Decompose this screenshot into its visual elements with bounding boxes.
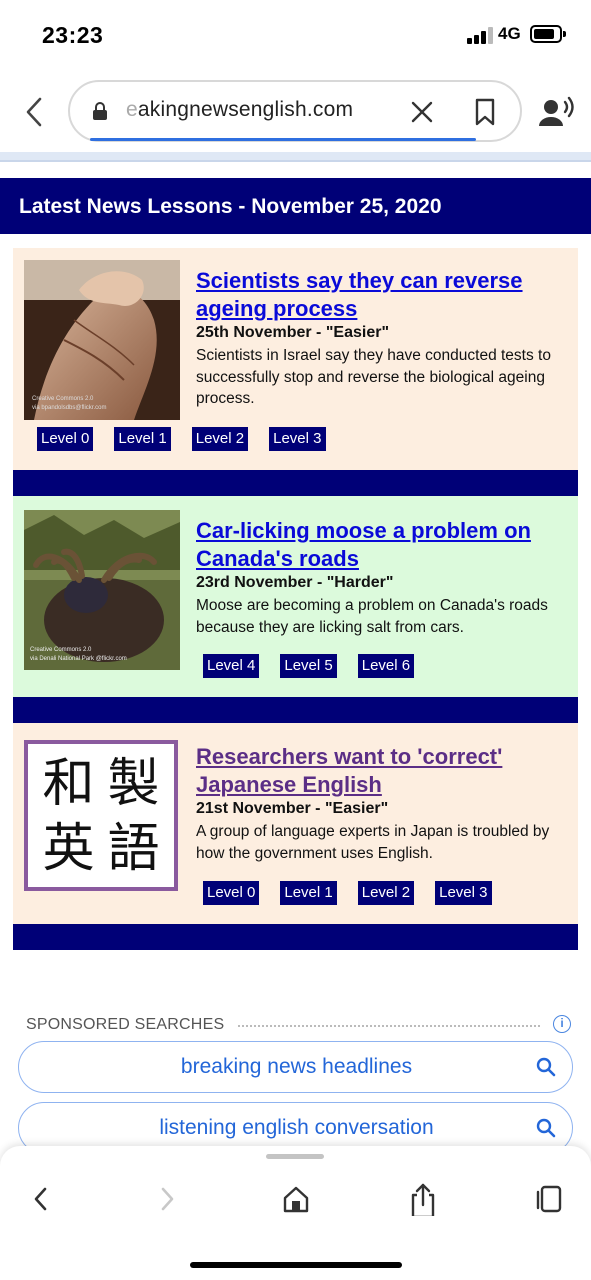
status-bar: 23:23 4G [0,0,591,72]
level-button[interactable]: Level 3 [435,881,492,905]
url-faded-prefix: e [126,98,138,121]
level-buttons: Level 4 Level 5 Level 6 [203,654,415,678]
sponsored-search-button[interactable]: breaking news headlines [18,1041,573,1093]
level-button[interactable]: Level 0 [203,881,260,905]
svg-text:Creative Commons 2.0: Creative Commons 2.0 [30,647,92,653]
sponsored-search-label: breaking news headlines [180,1055,413,1078]
thumb-kanji: 和 [42,754,95,814]
battery-icon [530,25,566,43]
tabs-icon[interactable] [535,1184,565,1214]
clear-icon[interactable] [410,100,434,124]
story-card: Creative Commons 2.0 via Denali National… [13,496,578,697]
story-title-link[interactable]: Researchers want to 'correct' Japanese E… [196,743,566,799]
sheet-grabber[interactable] [266,1154,324,1159]
level-button[interactable]: Level 1 [114,427,171,451]
home-indicator [190,1262,402,1268]
level-button[interactable]: Level 1 [280,881,337,905]
level-button[interactable]: Level 6 [357,654,415,678]
lock-icon [93,102,107,120]
section-divider [13,697,578,723]
story-thumbnail-kanji[interactable]: 和 製 英 語 [24,740,178,891]
story-title-link[interactable]: Car-licking moose a problem on Canada's … [196,517,566,573]
story-description: Scientists in Israel say they have condu… [196,347,551,407]
story-thumbnail-moose[interactable]: Creative Commons 2.0 via Denali National… [24,510,180,670]
story-date: 25th November - "Easier" [196,324,390,341]
url-domain: akingnewsenglish.com [137,98,354,121]
share-icon[interactable] [408,1180,438,1216]
story-description: Moose are becoming a problem on Canada's… [196,597,548,636]
voice-icon[interactable] [538,96,576,128]
level-button[interactable]: Level 5 [280,654,337,678]
bookmark-icon[interactable] [474,98,496,126]
level-button[interactable]: Level 3 [269,427,326,451]
back-chevron-icon[interactable] [22,94,48,130]
thumb-kanji: 英 [42,819,95,879]
search-icon [536,1057,556,1077]
story-thumbnail-hands[interactable]: Creative Commons 2.0 via bpandolsdbs@fli… [24,260,180,420]
signal-icon [467,27,493,44]
url-text[interactable]: eakingnewsenglish.com [126,98,353,122]
thumb-kanji: 製 [107,754,160,814]
search-icon [536,1118,556,1138]
forward-icon[interactable] [152,1184,182,1214]
sponsored-label: SPONSORED SEARCHES [26,1016,225,1033]
section-divider [13,924,578,950]
story-date: 23rd November - "Harder" [196,574,394,591]
address-bar[interactable]: eakingnewsenglish.com [68,80,522,142]
home-icon[interactable] [281,1184,311,1214]
level-button[interactable]: Level 2 [357,881,415,905]
page-top-strip [0,152,591,162]
story-title-link[interactable]: Scientists say they can reverse ageing p… [196,267,566,323]
level-buttons: Level 0 Level 1 Level 2 Level 3 [37,427,326,451]
level-button[interactable]: Level 2 [191,427,249,451]
section-divider [13,470,578,496]
lessons-header: Latest News Lessons - November 25, 2020 [0,178,591,234]
story-description: A group of language experts in Japan is … [196,823,550,862]
back-icon[interactable] [26,1184,56,1214]
svg-text:via bpandolsdbs@flickr.com: via bpandolsdbs@flickr.com [32,405,106,411]
svg-text:Creative Commons 2.0: Creative Commons 2.0 [32,396,94,402]
svg-text:via Denali National Park @flic: via Denali National Park @flickr.com [30,656,127,662]
level-button[interactable]: Level 4 [203,654,260,678]
status-time: 23:23 [42,22,104,48]
info-icon[interactable]: i [553,1015,571,1033]
browser-nav-bar: eakingnewsenglish.com [0,72,591,152]
thumb-kanji: 語 [107,819,160,879]
sponsored-search-label: listening english conversation [159,1116,434,1139]
network-type: 4G [498,24,521,43]
level-button[interactable]: Level 0 [37,427,94,451]
level-buttons: Level 0 Level 1 Level 2 Level 3 [203,881,492,905]
sponsored-rule [238,1025,540,1027]
browser-toolbar [0,1146,591,1280]
page-load-progress [90,138,476,141]
story-card: Creative Commons 2.0 via bpandolsdbs@fli… [13,248,578,470]
story-date: 21st November - "Easier" [196,800,389,817]
story-card: 和 製 英 語 Researchers want to 'correct' Ja… [13,723,578,924]
